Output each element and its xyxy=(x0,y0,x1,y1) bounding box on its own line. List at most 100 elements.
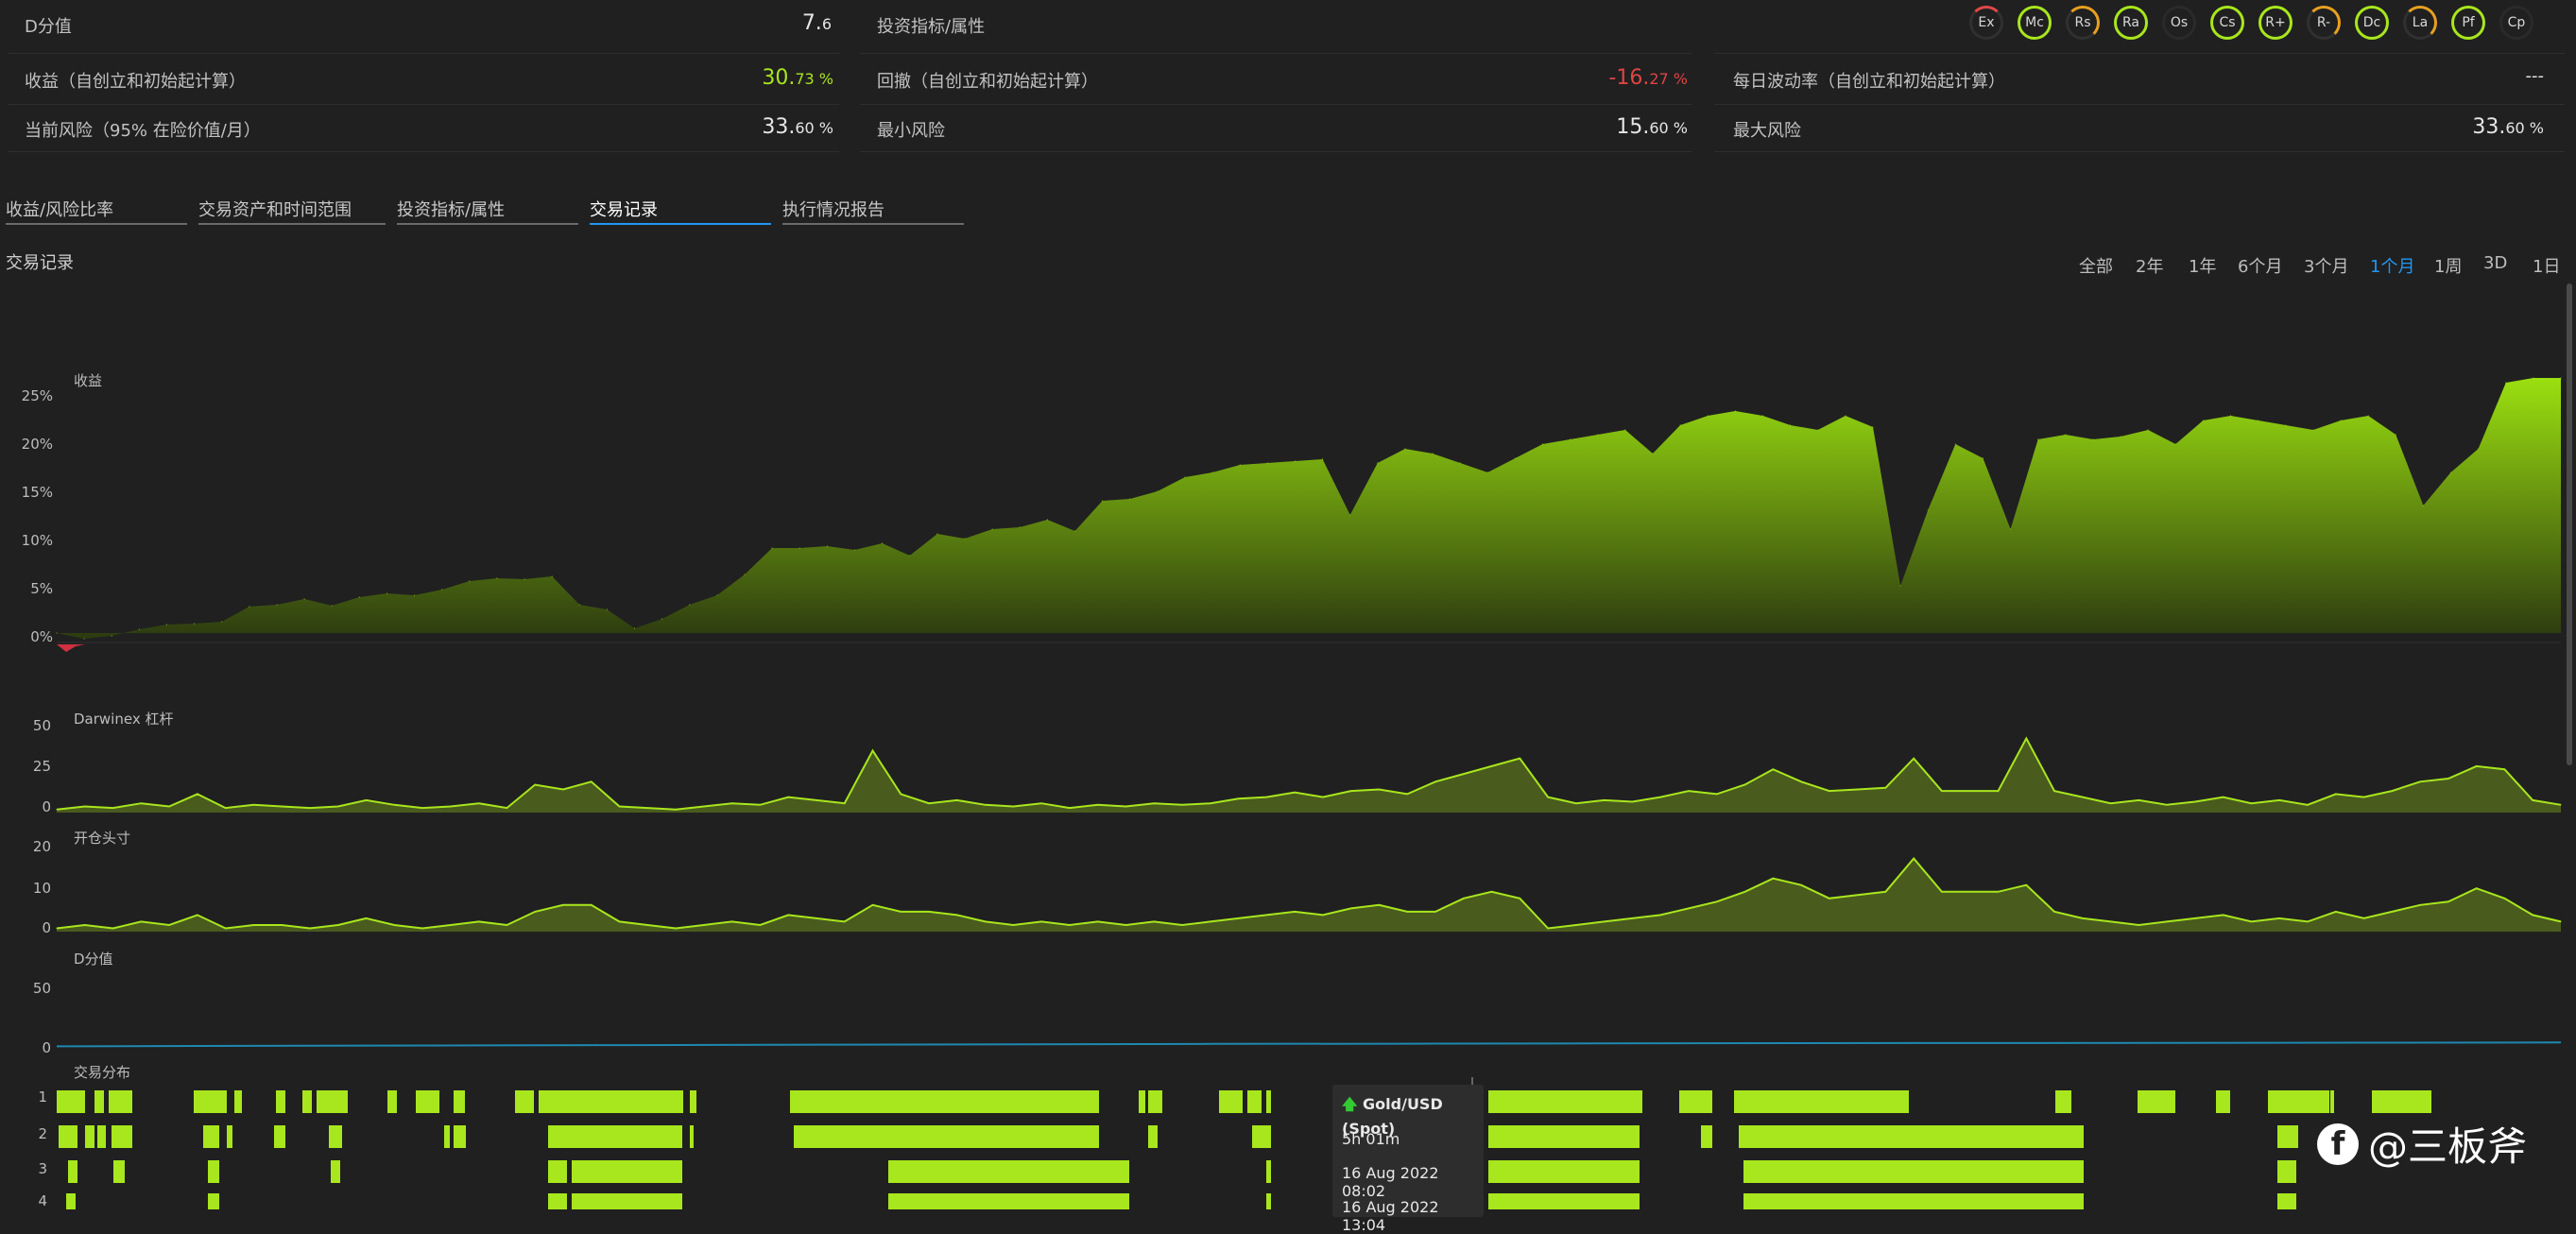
trade-bar[interactable] xyxy=(302,1090,312,1113)
trade-bar[interactable] xyxy=(2138,1090,2175,1113)
trade-bar[interactable] xyxy=(1219,1090,1243,1113)
positions-point xyxy=(1265,914,1267,916)
trade-bar[interactable] xyxy=(572,1160,682,1183)
trade-bar[interactable] xyxy=(331,1160,340,1183)
trade-bar[interactable] xyxy=(1252,1125,1271,1148)
return-point xyxy=(358,596,360,598)
leverage-point xyxy=(2194,801,2196,802)
trade-bar[interactable] xyxy=(1148,1090,1162,1113)
trade-bar[interactable] xyxy=(888,1193,1129,1209)
return-point xyxy=(771,547,773,549)
trade-bar[interactable] xyxy=(888,1160,1129,1183)
trade-bar[interactable] xyxy=(690,1090,696,1113)
trade-bar[interactable] xyxy=(203,1125,219,1148)
trade-bar[interactable] xyxy=(794,1125,1099,1148)
dscore-line xyxy=(56,1041,2562,1048)
trade-bar[interactable] xyxy=(208,1160,219,1183)
trade-bar[interactable] xyxy=(2268,1090,2329,1113)
positions-point xyxy=(1434,911,1436,913)
tooltip-opened: 16 Aug 2022 08:02 xyxy=(1342,1164,1439,1200)
trade-bar[interactable] xyxy=(113,1160,125,1183)
trade-bar[interactable] xyxy=(1148,1125,1158,1148)
trade-bar[interactable] xyxy=(227,1125,232,1148)
trade-bar[interactable] xyxy=(1488,1193,1640,1209)
trade-bar[interactable] xyxy=(2372,1090,2431,1113)
return-point xyxy=(1872,426,1874,428)
trade-bar[interactable] xyxy=(66,1193,76,1209)
trade-bar[interactable] xyxy=(1266,1160,1271,1183)
trade-bar[interactable] xyxy=(2277,1193,2296,1209)
trade-bar[interactable] xyxy=(572,1193,682,1209)
trade-bar[interactable] xyxy=(790,1090,1099,1113)
leverage-point xyxy=(2053,790,2055,792)
trade-bar[interactable] xyxy=(1739,1125,2084,1148)
trade-bar[interactable] xyxy=(1266,1193,1271,1209)
trade-bar[interactable] xyxy=(1491,1090,1642,1113)
trade-bar[interactable] xyxy=(1488,1125,1640,1148)
positions-point xyxy=(366,917,367,919)
trade-bar[interactable] xyxy=(112,1125,132,1148)
trade-bar[interactable] xyxy=(2277,1160,2296,1183)
trade-bar[interactable] xyxy=(329,1125,342,1148)
leverage-point xyxy=(421,807,423,809)
trade-bar[interactable] xyxy=(2055,1090,2071,1113)
trade-bar[interactable] xyxy=(97,1125,106,1148)
return-point xyxy=(551,575,553,577)
trade-bar[interactable] xyxy=(1701,1125,1712,1148)
positions-point xyxy=(1238,917,1240,919)
trade-bar[interactable] xyxy=(274,1125,285,1148)
trade-bar[interactable] xyxy=(1743,1193,2084,1209)
trade-bar[interactable] xyxy=(234,1090,242,1113)
trade-bar[interactable] xyxy=(1266,1090,1271,1113)
return-point xyxy=(2065,434,2067,436)
trade-bar[interactable] xyxy=(1679,1090,1712,1113)
leverage-point xyxy=(534,784,536,785)
trade-bar[interactable] xyxy=(387,1090,397,1113)
trade-bar[interactable] xyxy=(1247,1090,1262,1113)
return-point xyxy=(138,628,140,630)
trade-bar[interactable] xyxy=(1743,1160,2084,1183)
positions-point xyxy=(393,924,395,926)
trade-bar[interactable] xyxy=(85,1125,94,1148)
positions-point xyxy=(928,911,930,913)
positions-area xyxy=(57,858,2561,932)
trade-bar[interactable] xyxy=(548,1193,567,1209)
trade-bar[interactable] xyxy=(548,1125,682,1148)
trade-bar[interactable] xyxy=(2277,1125,2298,1148)
trade-bar[interactable] xyxy=(317,1090,348,1113)
trade-bar[interactable] xyxy=(515,1090,534,1113)
trade-bar[interactable] xyxy=(57,1090,85,1113)
trade-bar[interactable] xyxy=(690,1125,694,1148)
leverage-point xyxy=(252,804,254,806)
return-point xyxy=(1266,462,1268,464)
return-point xyxy=(1734,410,1736,412)
trade-bar[interactable] xyxy=(1488,1160,1640,1183)
scrollbar[interactable] xyxy=(2567,283,2572,765)
trade-bar[interactable] xyxy=(59,1125,77,1148)
trade-bar[interactable] xyxy=(1734,1090,1909,1113)
trade-bar[interactable] xyxy=(444,1125,450,1148)
trade-bar[interactable] xyxy=(208,1193,219,1209)
return-point xyxy=(882,542,884,544)
trade-bar[interactable] xyxy=(539,1090,683,1113)
leverage-point xyxy=(1575,802,1577,804)
trade-bar[interactable] xyxy=(416,1090,439,1113)
return-point xyxy=(414,594,416,596)
trade-bar[interactable] xyxy=(2330,1090,2334,1113)
positions-point xyxy=(2391,911,2393,913)
trade-bar[interactable] xyxy=(109,1090,132,1113)
trade-bar[interactable] xyxy=(454,1125,466,1148)
trade-bar[interactable] xyxy=(2216,1090,2230,1113)
trade-bar[interactable] xyxy=(1139,1090,1145,1113)
trade-bar[interactable] xyxy=(276,1090,285,1113)
trade-bar[interactable] xyxy=(548,1160,567,1183)
trade-bar[interactable] xyxy=(94,1090,104,1113)
trade-bar[interactable] xyxy=(454,1090,465,1113)
trade-bar[interactable] xyxy=(194,1090,227,1113)
positions-point xyxy=(1040,920,1042,922)
return-point xyxy=(1184,476,1186,478)
leverage-point xyxy=(2110,802,2112,804)
return-point xyxy=(1899,585,1901,587)
leverage-point xyxy=(900,793,902,795)
trade-bar[interactable] xyxy=(68,1160,77,1183)
